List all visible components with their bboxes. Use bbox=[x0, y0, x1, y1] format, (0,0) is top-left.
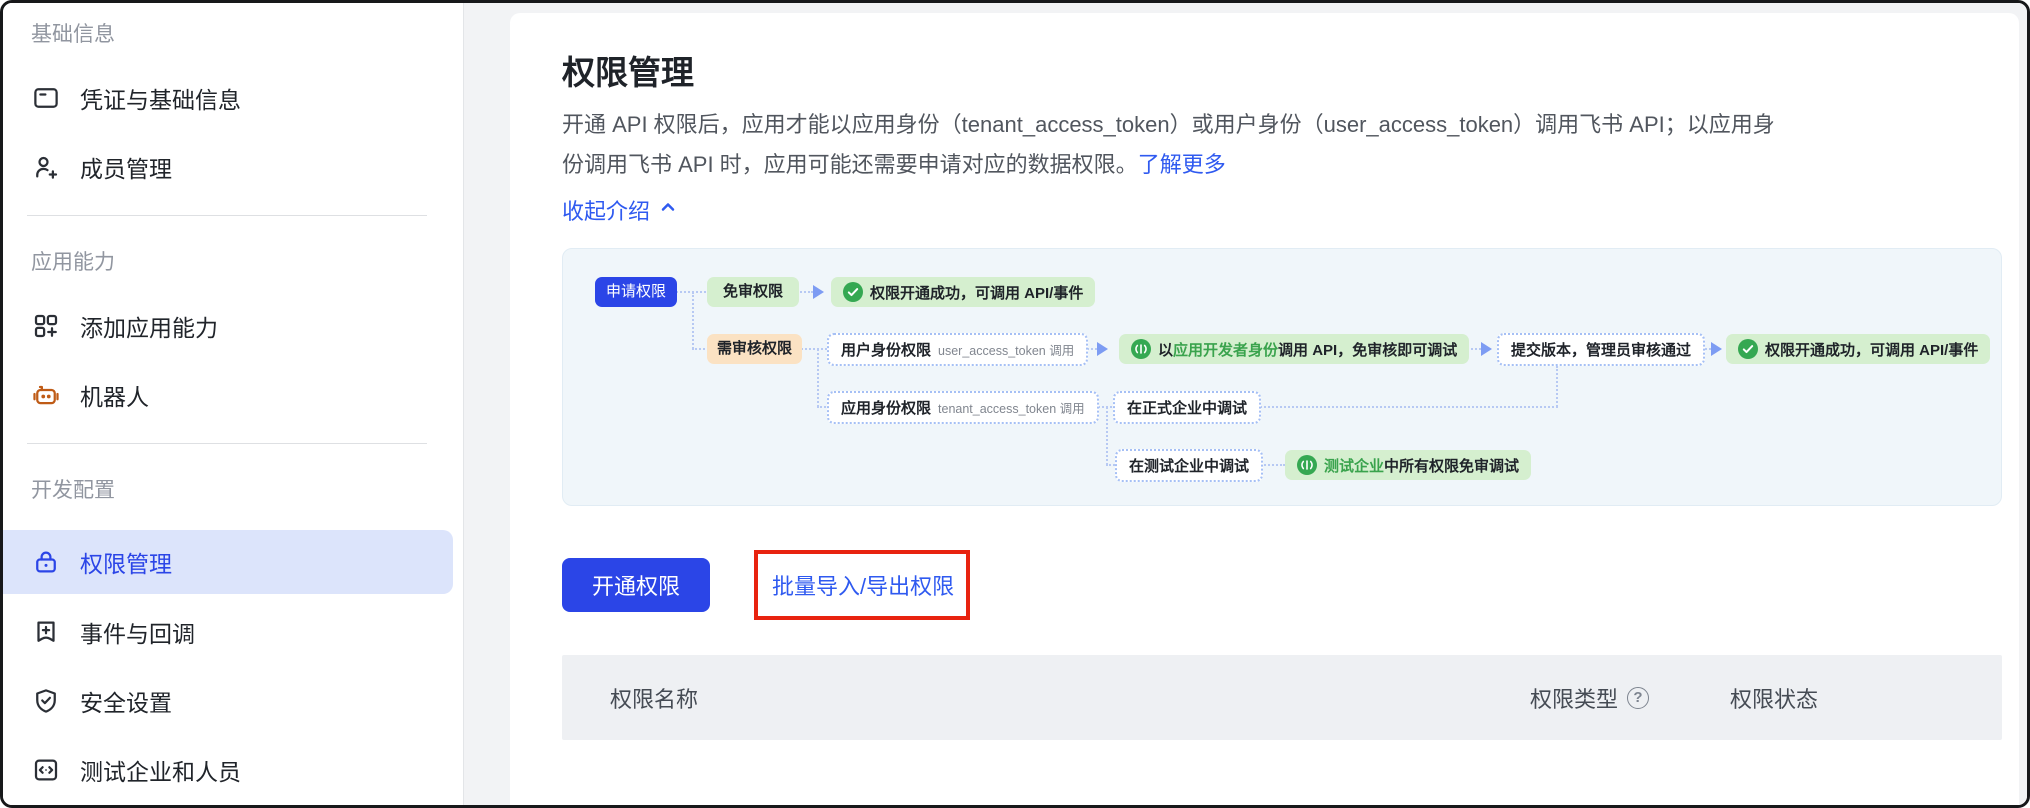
connector bbox=[1556, 366, 1558, 407]
arrow-right-icon bbox=[1711, 342, 1722, 356]
sidebar-item-events[interactable]: 事件与回调 bbox=[3, 606, 463, 658]
column-permission-name: 权限名称 bbox=[610, 686, 699, 712]
question-circle-icon[interactable]: ? bbox=[1627, 686, 1650, 709]
code-box-icon bbox=[31, 755, 61, 785]
connector bbox=[1253, 406, 1558, 408]
sidebar-item-label: 添加应用能力 bbox=[80, 315, 218, 341]
sidebar-divider bbox=[27, 215, 427, 216]
permission-flow-diagram: 申请权限 免审权限 权限开通成功，可调用 API/事件 需审核权限 用户身份权限… bbox=[562, 248, 2002, 506]
sidebar-item-bot[interactable]: 机器人 bbox=[3, 369, 463, 421]
content-card: 权限管理 开通 API 权限后，应用才能以应用身份（tenant_access_… bbox=[510, 13, 2019, 805]
check-circle-icon bbox=[1738, 339, 1758, 359]
flow-node-no-review: 免审权限 bbox=[707, 277, 800, 307]
collapse-intro-label: 收起介绍 bbox=[562, 199, 651, 224]
page-title: 权限管理 bbox=[562, 54, 694, 91]
flow-node-note: tenant_access_token 调用 bbox=[938, 402, 1085, 416]
sidebar-item-security[interactable]: 安全设置 bbox=[3, 675, 463, 727]
flow-node-tenant-permission: 应用身份权限 tenant_access_token 调用 bbox=[827, 391, 1099, 424]
api-circle-icon bbox=[1297, 455, 1317, 475]
sidebar-item-label: 安全设置 bbox=[80, 690, 172, 716]
api-circle-icon bbox=[1131, 339, 1151, 359]
description-line1: 开通 API 权限后，应用才能以应用身份（tenant_access_token… bbox=[562, 112, 1775, 137]
sidebar-item-permissions[interactable]: 权限管理 bbox=[3, 530, 453, 594]
flow-node-test-all-free: 测试企业中所有权限免审调试 bbox=[1285, 450, 1532, 480]
learn-more-link[interactable]: 了解更多 bbox=[1138, 152, 1226, 177]
sidebar-item-label: 权限管理 bbox=[80, 551, 172, 577]
flow-node-label: 权限开通成功，可调用 API/事件 bbox=[870, 284, 1084, 302]
sidebar: 基础信息 凭证与基础信息 成员管理 应用能力 添加应用能力 机器人 开发配置 权… bbox=[3, 3, 464, 805]
sidebar-item-label: 凭证与基础信息 bbox=[80, 87, 241, 113]
sidebar-divider bbox=[27, 443, 427, 444]
sidebar-section-dev-config: 开发配置 bbox=[31, 479, 115, 502]
flow-node-label: 应用身份权限 bbox=[841, 400, 932, 417]
flow-node-label: 测试企业中所有权限免审调试 bbox=[1324, 457, 1520, 475]
app-window: 基础信息 凭证与基础信息 成员管理 应用能力 添加应用能力 机器人 开发配置 权… bbox=[0, 0, 2030, 808]
sidebar-item-label: 成员管理 bbox=[80, 156, 172, 182]
flow-node-label: 在正式企业中调试 bbox=[1127, 400, 1248, 417]
arrow-right-icon bbox=[813, 285, 824, 299]
arrow-right-icon bbox=[1097, 342, 1108, 356]
description-line2: 份调用飞书 API 时，应用可能还需要申请对应的数据权限。 bbox=[562, 152, 1138, 177]
sidebar-item-test-company[interactable]: 测试企业和人员 bbox=[3, 744, 463, 796]
sidebar-item-label: 事件与回调 bbox=[80, 621, 195, 647]
connector bbox=[817, 349, 819, 407]
batch-import-export-wrap: 批量导入/导出权限 bbox=[754, 550, 971, 620]
column-permission-type: 权限类型 ? bbox=[1530, 682, 1650, 714]
page-description: 开通 API 权限后，应用才能以应用身份（tenant_access_token… bbox=[562, 105, 2012, 185]
action-bar: 开通权限 批量导入/导出权限 bbox=[562, 550, 2019, 620]
flow-node-dev-debug: 以应用开发者身份调用 API，免审核即可调试 bbox=[1119, 334, 1470, 364]
robot-icon bbox=[31, 380, 61, 410]
batch-import-export-button[interactable]: 批量导入/导出权限 bbox=[772, 569, 954, 601]
sidebar-item-credentials[interactable]: 凭证与基础信息 bbox=[3, 72, 463, 124]
bookmark-add-icon bbox=[31, 617, 61, 647]
sidebar-item-add-capability[interactable]: 添加应用能力 bbox=[3, 300, 463, 352]
main-area: 权限管理 开通 API 权限后，应用才能以应用身份（tenant_access_… bbox=[464, 3, 2027, 805]
connector bbox=[692, 292, 694, 349]
arrow-right-icon bbox=[1481, 342, 1492, 356]
flow-node-note: user_access_token 调用 bbox=[938, 344, 1075, 358]
column-permission-status: 权限状态 bbox=[1730, 686, 1819, 712]
flow-node-submit-version: 提交版本，管理员审核通过 bbox=[1497, 333, 1706, 366]
flow-node-label: 权限开通成功，可调用 API/事件 bbox=[1765, 341, 1979, 359]
shield-check-icon bbox=[31, 686, 61, 716]
flow-node-label: 用户身份权限 bbox=[841, 342, 932, 359]
lock-icon bbox=[31, 547, 61, 577]
flow-node-success-2: 权限开通成功，可调用 API/事件 bbox=[1726, 334, 1991, 364]
flow-node-label: 在测试企业中调试 bbox=[1129, 458, 1250, 475]
flow-node-need-review: 需审核权限 bbox=[707, 334, 803, 364]
flow-node-label: 提交版本，管理员审核通过 bbox=[1511, 342, 1692, 359]
check-circle-icon bbox=[843, 282, 863, 302]
sidebar-item-label: 机器人 bbox=[80, 384, 149, 410]
grid-add-icon bbox=[31, 311, 61, 341]
sidebar-item-members[interactable]: 成员管理 bbox=[3, 141, 463, 193]
sidebar-item-label: 测试企业和人员 bbox=[80, 759, 241, 785]
open-permission-button[interactable]: 开通权限 bbox=[562, 558, 711, 612]
column-label: 权限类型 bbox=[1530, 686, 1619, 712]
connector bbox=[1106, 407, 1108, 465]
id-card-icon bbox=[31, 83, 61, 113]
permission-table-header: 权限名称 权限类型 ? 权限状态 bbox=[562, 655, 2002, 740]
flow-node-user-permission: 用户身份权限 user_access_token 调用 bbox=[827, 333, 1089, 366]
collapse-intro-link[interactable]: 收起介绍 bbox=[562, 194, 678, 226]
chevron-up-icon bbox=[658, 197, 678, 223]
flow-node-official-debug: 在正式企业中调试 bbox=[1113, 391, 1262, 424]
flow-node-apply: 申请权限 bbox=[595, 277, 678, 307]
flow-node-success-1: 权限开通成功，可调用 API/事件 bbox=[831, 277, 1096, 307]
sidebar-section-app-capability: 应用能力 bbox=[31, 251, 115, 274]
sidebar-section-basic-info: 基础信息 bbox=[31, 23, 115, 46]
flow-node-label: 以应用开发者身份调用 API，免审核即可调试 bbox=[1158, 341, 1458, 359]
flow-node-test-debug: 在测试企业中调试 bbox=[1115, 449, 1264, 482]
user-add-icon bbox=[31, 152, 61, 182]
